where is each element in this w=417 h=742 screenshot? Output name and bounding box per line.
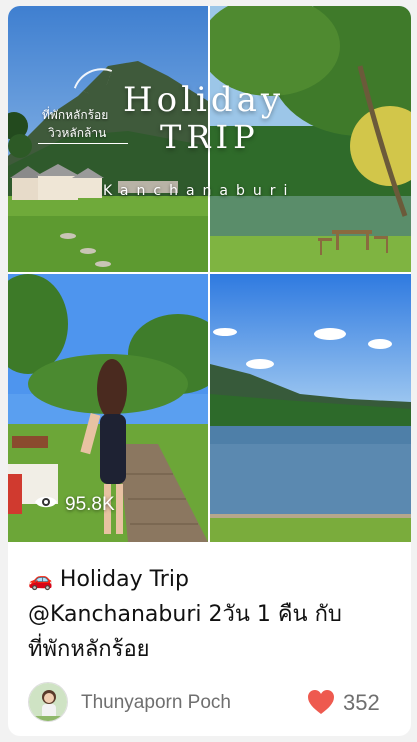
post-caption[interactable]: 🚗 Holiday Trip @Kanchanaburi 2วัน 1 คืน … (28, 562, 398, 667)
view-count-badge: 95.8K (34, 494, 115, 516)
author-name[interactable]: Thunyaporn Poch (81, 692, 231, 714)
photo-mountain-cabins (8, 6, 208, 272)
view-count: 95.8K (65, 494, 115, 515)
photo-collage[interactable]: ที่พักหลักร้อย วิวหลักล้าน Holiday TRIP … (8, 6, 411, 542)
like-count: 352 (343, 690, 380, 715)
post-footer: Thunyaporn Poch 352 (28, 682, 393, 722)
caption-title: Holiday Trip (59, 567, 189, 592)
photo-lake-hills (210, 274, 411, 542)
caption-line2: @Kanchanaburi 2วัน 1 คืน กับ (28, 602, 342, 627)
caption-line3: ที่พักหลักร้อย (28, 637, 150, 662)
avatar[interactable] (28, 682, 68, 722)
car-emoji: 🚗 (28, 567, 53, 591)
heart-icon[interactable] (307, 689, 335, 715)
post-card[interactable]: ที่พักหลักร้อย วิวหลักล้าน Holiday TRIP … (8, 6, 411, 736)
caption-line1: 🚗 Holiday Trip (28, 562, 398, 597)
eye-icon (34, 494, 58, 516)
photo-lake-chairs (210, 6, 411, 272)
